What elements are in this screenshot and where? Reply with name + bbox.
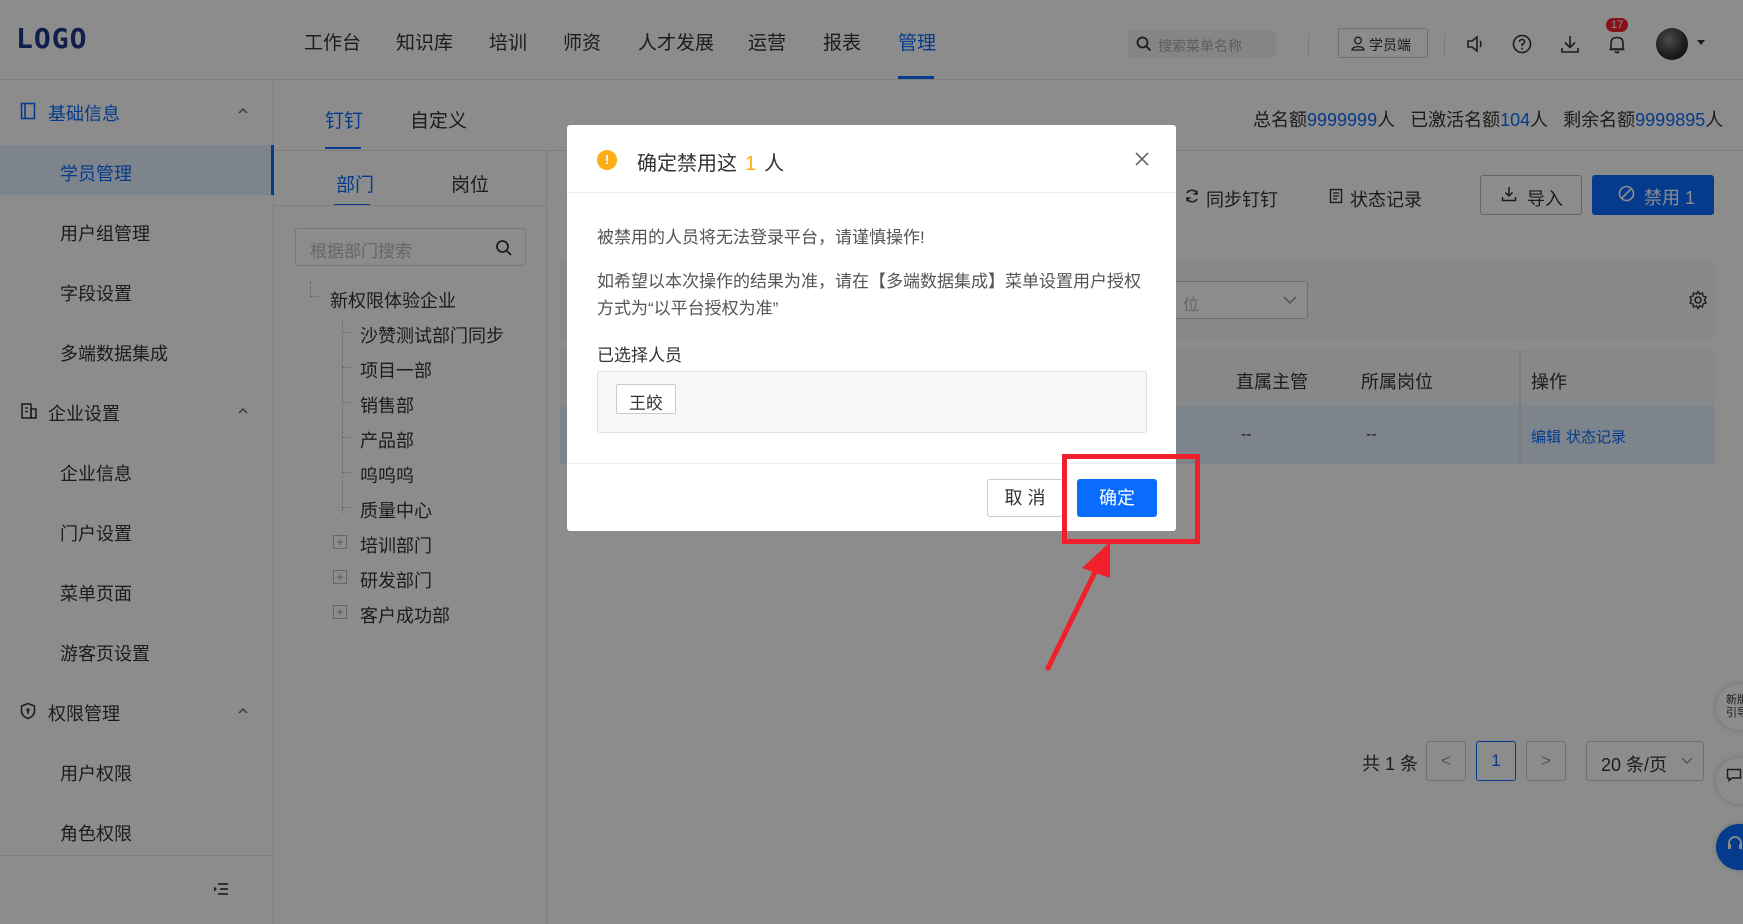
warning-icon: ! <box>597 150 617 170</box>
annotation-arrow-icon <box>1045 542 1110 671</box>
dialog-title: 确定禁用这 1 人 <box>637 147 784 176</box>
dialog-title-suffix: 人 <box>764 153 785 175</box>
cancel-button[interactable]: 取 消 <box>987 479 1063 517</box>
selected-users-box: 王皎 <box>597 371 1147 433</box>
dialog-title-prefix: 确定禁用这 <box>637 153 737 175</box>
dialog-warning-text: 被禁用的人员将无法登录平台，请谨慎操作! <box>597 228 925 247</box>
dialog-title-count: 1 <box>745 153 757 175</box>
selected-user-tag: 王皎 <box>616 384 676 414</box>
annotation-highlight-box <box>1062 454 1200 544</box>
selected-users-label: 已选择人员 <box>597 346 682 365</box>
close-icon[interactable] <box>1134 151 1150 167</box>
dialog-header-divider <box>567 192 1176 193</box>
dialog-note-text: 如希望以本次操作的结果为准，请在【多端数据集成】菜单设置用户授权方式为“以平台授… <box>597 272 1141 318</box>
